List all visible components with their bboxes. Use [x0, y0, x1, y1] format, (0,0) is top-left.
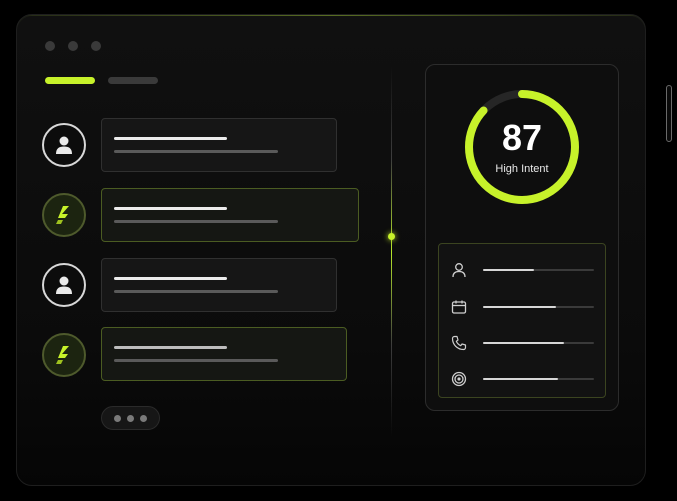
metric-row	[439, 333, 605, 353]
metric-fill	[483, 378, 559, 380]
metric-track	[483, 306, 594, 308]
timeline-divider	[391, 67, 392, 437]
target-icon	[451, 371, 467, 387]
person-icon	[56, 276, 72, 294]
avatar-person	[42, 123, 86, 167]
intent-panel: 87 High Intent	[425, 64, 619, 411]
window-dot-2[interactable]	[68, 41, 78, 51]
list-item[interactable]	[101, 118, 337, 172]
list-item-title-line	[114, 137, 227, 140]
metric-row	[439, 369, 605, 389]
scrollbar[interactable]	[666, 85, 672, 142]
window-dot-3[interactable]	[91, 41, 101, 51]
metric-row	[439, 297, 605, 317]
tab-inactive[interactable]	[108, 77, 158, 84]
more-button[interactable]	[101, 406, 160, 430]
avatar-brand	[42, 333, 86, 377]
metric-fill	[483, 269, 535, 271]
list-item-title-line	[114, 207, 227, 210]
app-window: 87 High Intent	[16, 14, 646, 486]
more-dot-icon	[140, 414, 147, 422]
intent-label: High Intent	[495, 163, 549, 175]
avatar-person	[42, 263, 86, 307]
list-item-subtitle-line	[114, 220, 278, 223]
user-icon	[452, 263, 466, 278]
list-item-subtitle-line	[114, 359, 278, 362]
metric-track	[483, 378, 594, 380]
timeline-marker	[388, 233, 395, 240]
metric-track	[483, 342, 594, 344]
list-item[interactable]	[101, 258, 337, 312]
intent-score: 87	[501, 117, 543, 158]
list-item[interactable]	[101, 327, 347, 381]
window-dot-1[interactable]	[45, 41, 55, 51]
more-dot-icon	[114, 414, 121, 422]
avatar-brand	[42, 193, 86, 237]
list-item-subtitle-line	[114, 290, 278, 293]
list-item-title-line	[114, 346, 227, 349]
list-item-subtitle-line	[114, 150, 278, 153]
brand-logo-icon	[56, 206, 69, 224]
calendar-icon	[451, 300, 467, 314]
more-dot-icon	[127, 414, 134, 422]
phone-icon	[451, 335, 467, 351]
window-top-glow	[17, 15, 645, 16]
metric-track	[483, 269, 594, 271]
metric-fill	[483, 342, 565, 344]
brand-logo-icon	[56, 346, 69, 364]
person-icon	[56, 136, 72, 154]
list-item[interactable]	[101, 188, 359, 242]
metric-fill	[483, 306, 557, 308]
tab-active[interactable]	[45, 77, 95, 84]
metric-row	[439, 260, 605, 280]
metrics-card	[438, 243, 606, 398]
list-item-title-line	[114, 277, 227, 280]
